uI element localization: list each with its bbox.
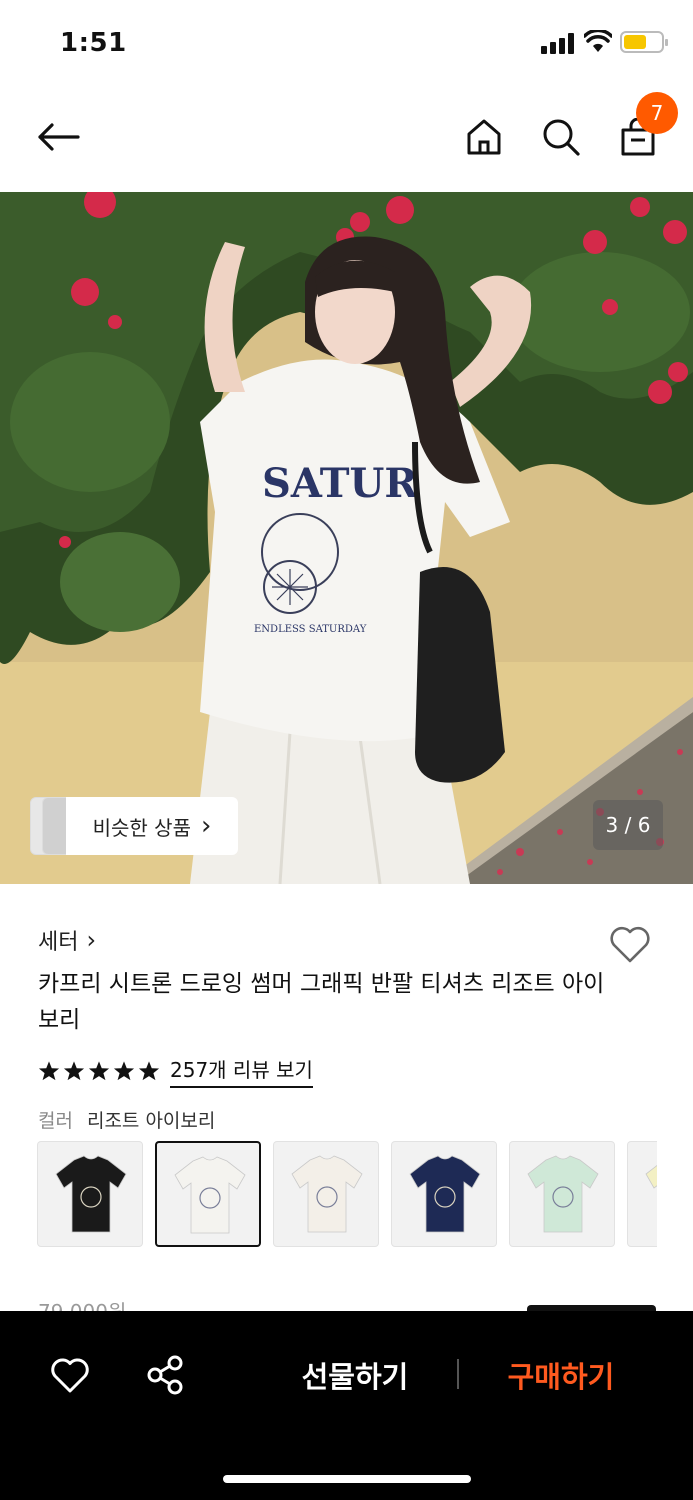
chevron-right-icon: ›: [86, 926, 97, 954]
star-icon: [113, 1061, 135, 1081]
bottom-wishlist-button[interactable]: [48, 1353, 92, 1397]
similar-products-label: 비슷한 상품: [92, 815, 191, 840]
rating-row: 257개 리뷰 보기: [38, 1054, 313, 1088]
back-button[interactable]: [34, 113, 82, 161]
arrow-left-icon: [38, 123, 80, 151]
tshirt-icon: [291, 1155, 363, 1233]
tshirt-icon: [527, 1155, 599, 1233]
color-row: 컬러 리조트 아이보리: [38, 1106, 215, 1133]
search-icon: [543, 119, 580, 156]
heart-icon: [610, 926, 650, 963]
star-icon: [38, 1061, 60, 1081]
top-nav: [0, 86, 693, 192]
bottom-action-bar: 선물하기 구매하기: [0, 1311, 693, 1500]
tshirt-icon: [55, 1155, 127, 1233]
search-button[interactable]: [537, 113, 585, 161]
share-icon: [147, 1355, 183, 1395]
color-swatch-ivory-red[interactable]: [273, 1141, 379, 1247]
brand-name: 세터: [38, 930, 79, 955]
star-icon: [138, 1061, 160, 1081]
rating-stars: [38, 1060, 160, 1082]
color-swatch-yellow[interactable]: [627, 1141, 657, 1247]
home-button[interactable]: [460, 113, 508, 161]
color-swatch-list: [37, 1141, 657, 1249]
shirt-sub-text: ENDLESS SATURDAY: [254, 624, 367, 635]
status-time: 1:51: [60, 28, 127, 58]
wifi-icon: [582, 28, 614, 54]
image-page-indicator: 3 / 6: [593, 800, 663, 850]
shirt-print-text: SATUR: [262, 460, 418, 507]
color-swatch-navy[interactable]: [391, 1141, 497, 1247]
color-swatch-ivory-resort[interactable]: [155, 1141, 261, 1247]
star-icon: [88, 1061, 110, 1081]
color-swatch-mint[interactable]: [509, 1141, 615, 1247]
product-photo: SATUR ENDLESS SATURDAY: [0, 192, 693, 884]
color-swatch-black[interactable]: [37, 1141, 143, 1247]
status-bar: 1:51: [0, 0, 693, 86]
brand-link[interactable]: 세터 ›: [38, 924, 96, 956]
share-button[interactable]: [144, 1353, 188, 1397]
battery-icon: [620, 31, 668, 53]
tshirt-icon: [645, 1164, 657, 1189]
tshirt-icon: [174, 1156, 246, 1234]
review-link[interactable]: 257개 리뷰 보기: [170, 1054, 313, 1088]
similar-thumbnails: [30, 797, 72, 855]
buy-button[interactable]: 구매하기: [496, 1351, 626, 1399]
signal-icon: [541, 32, 577, 54]
heart-icon: [51, 1358, 89, 1393]
wishlist-button[interactable]: [606, 920, 654, 968]
chevron-right-icon: ›: [200, 811, 212, 841]
gift-button[interactable]: 선물하기: [290, 1351, 420, 1399]
color-label: 컬러: [38, 1110, 73, 1132]
color-value: 리조트 아이보리: [86, 1110, 216, 1132]
product-image-carousel[interactable]: SATUR ENDLESS SATURDAY 비슷한 상품 › 3 / 6: [0, 192, 693, 884]
star-icon: [63, 1061, 85, 1081]
home-icon: [467, 119, 501, 155]
action-divider: [457, 1359, 459, 1389]
home-indicator: [223, 1475, 471, 1483]
product-title: 카프리 시트론 드로잉 썸머 그래픽 반팔 티셔츠 리조트 아이보리: [38, 971, 605, 1033]
cart-count-badge: 7: [636, 92, 678, 134]
tshirt-icon: [409, 1155, 481, 1233]
